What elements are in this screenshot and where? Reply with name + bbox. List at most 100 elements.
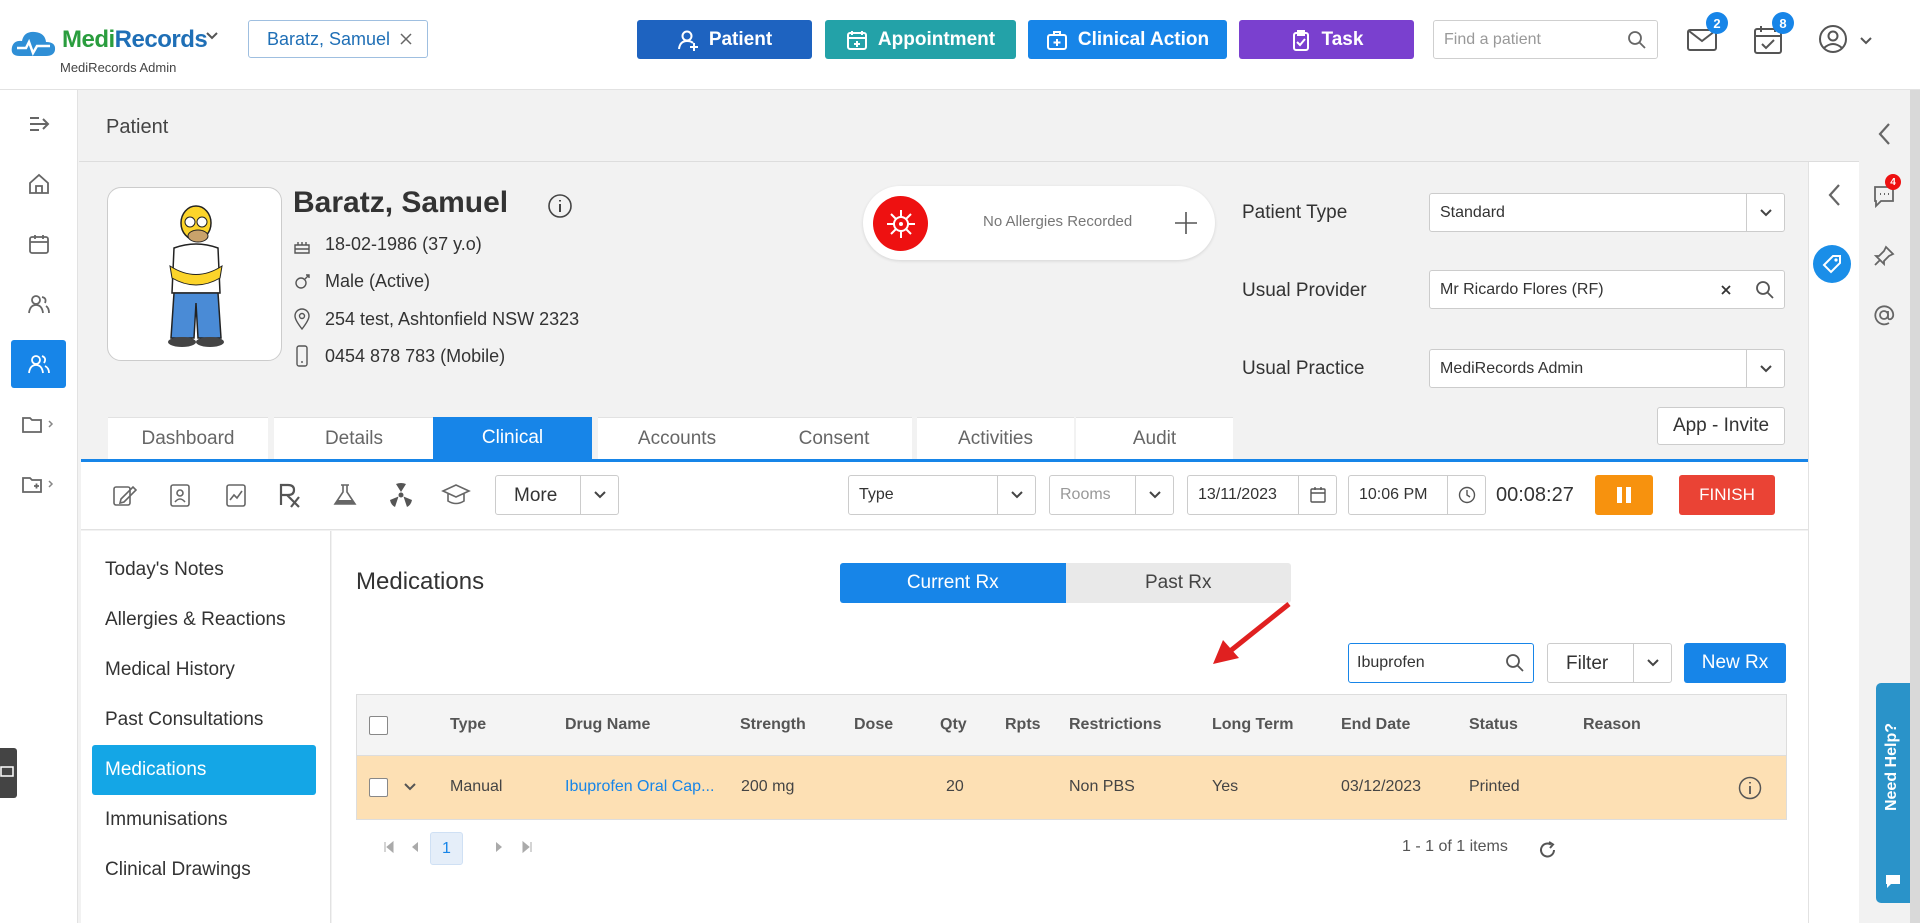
top-bar: MediRecords MediRecords Admin Baratz, Sa… [0, 0, 1920, 90]
time-picker[interactable]: 10:06 PM [1348, 475, 1486, 515]
rx-toggle: Current Rx Past Rx [840, 563, 1291, 603]
new-task-button[interactable]: Task [1239, 20, 1414, 59]
tab-accounts[interactable]: Accounts [598, 417, 756, 459]
sidebar-item-contacts[interactable] [11, 280, 66, 328]
usual-provider-field[interactable]: Mr Ricardo Flores (RF) [1429, 270, 1785, 309]
nav-past-consultations[interactable]: Past Consultations [92, 695, 316, 745]
cell-type: Manual [450, 778, 503, 795]
refresh-icon[interactable] [1538, 840, 1558, 860]
last-page-icon[interactable] [520, 840, 534, 854]
need-help-tab[interactable]: Need Help? [1876, 683, 1910, 903]
next-page-icon[interactable] [492, 840, 506, 854]
nav-clinical-drawings[interactable]: Clinical Drawings [92, 845, 316, 895]
chevron-down-icon[interactable] [1858, 33, 1874, 49]
col-qty[interactable]: Qty [940, 716, 967, 734]
pause-button[interactable] [1595, 475, 1653, 515]
sidebar-item-patients[interactable] [11, 340, 66, 388]
lab-flask-icon[interactable] [331, 482, 361, 508]
sidebar-item-home[interactable] [11, 160, 66, 208]
col-strength[interactable]: Strength [740, 716, 806, 734]
prescription-icon[interactable] [277, 482, 305, 508]
screen-share-tab[interactable] [0, 748, 17, 798]
new-clinical-action-button[interactable]: Clinical Action [1028, 20, 1227, 59]
row-checkbox[interactable] [369, 778, 388, 797]
patient-record-icon[interactable] [167, 482, 193, 508]
new-rx-button[interactable]: New Rx [1684, 643, 1786, 683]
col-type[interactable]: Type [450, 716, 486, 734]
col-reason[interactable]: Reason [1583, 716, 1641, 734]
search-icon[interactable] [1755, 280, 1775, 300]
page-scrollbar[interactable] [1910, 0, 1920, 923]
col-status[interactable]: Status [1469, 716, 1518, 734]
patients-icon [27, 355, 50, 374]
collapse-left-icon[interactable] [1875, 121, 1895, 147]
table-row[interactable]: Manual Ibuprofen Oral Cap... 200 mg 20 N… [357, 756, 1786, 819]
search-icon[interactable] [1505, 653, 1525, 673]
chart-report-icon[interactable] [223, 482, 249, 508]
app-invite-button[interactable]: App - Invite [1657, 407, 1785, 445]
patient-type-select[interactable]: Standard [1429, 193, 1785, 232]
page-number[interactable]: 1 [430, 832, 463, 865]
new-patient-button[interactable]: Patient [637, 20, 812, 59]
nav-allergies[interactable]: Allergies & Reactions [92, 595, 316, 645]
date-picker[interactable]: 13/11/2023 [1187, 475, 1337, 515]
sidebar-item-folders[interactable] [11, 400, 66, 448]
chevron-down-icon[interactable] [403, 780, 417, 794]
cell-drug-name[interactable]: Ibuprofen Oral Cap... [565, 778, 714, 796]
nav-immunisations[interactable]: Immunisations [92, 795, 316, 845]
tab-details[interactable]: Details [274, 417, 434, 459]
nav-medical-history[interactable]: Medical History [92, 645, 316, 695]
chevron-left-icon[interactable] [1825, 182, 1845, 208]
select-all-checkbox[interactable] [369, 716, 388, 735]
mail-badge: 2 [1706, 12, 1728, 34]
app-name: MediRecords [62, 26, 208, 53]
tab-audit[interactable]: Audit [1076, 417, 1233, 459]
filter-dropdown[interactable]: Filter [1547, 643, 1672, 683]
edit-notes-icon[interactable] [111, 482, 137, 508]
rooms-select[interactable]: Rooms [1049, 475, 1174, 515]
add-allergy-icon[interactable] [1173, 210, 1199, 236]
find-patient-input[interactable]: Find a patient [1433, 20, 1658, 59]
new-appointment-button[interactable]: Appointment [825, 20, 1016, 59]
first-page-icon[interactable] [382, 840, 396, 854]
tab-clinical[interactable]: Clinical [433, 417, 592, 459]
info-icon[interactable] [1737, 775, 1763, 801]
clear-icon[interactable] [1720, 284, 1732, 296]
tab-consent[interactable]: Consent [756, 417, 912, 459]
medication-search-input[interactable]: Ibuprofen [1348, 643, 1534, 683]
chevron-down-icon [593, 491, 606, 499]
sidebar-item-calendar[interactable] [11, 220, 66, 268]
col-drug-name[interactable]: Drug Name [565, 716, 650, 734]
open-patient-chip[interactable]: Baratz, Samuel [248, 20, 428, 58]
info-icon[interactable] [547, 193, 573, 219]
education-icon[interactable] [441, 482, 471, 508]
col-end-date[interactable]: End Date [1341, 716, 1410, 734]
current-rx-tab[interactable]: Current Rx [840, 563, 1066, 603]
col-rpts[interactable]: Rpts [1005, 716, 1041, 734]
user-account-icon[interactable] [1818, 24, 1848, 54]
tag-button[interactable] [1813, 245, 1851, 283]
more-dropdown[interactable]: More [495, 475, 619, 515]
radiology-icon[interactable] [387, 482, 415, 508]
search-icon[interactable] [1627, 30, 1647, 50]
patient-photo[interactable] [107, 187, 282, 361]
nav-medications[interactable]: Medications [92, 745, 316, 795]
past-rx-tab[interactable]: Past Rx [1065, 563, 1291, 603]
col-restrictions[interactable]: Restrictions [1069, 716, 1161, 734]
col-dose[interactable]: Dose [854, 716, 893, 734]
nav-todays-notes[interactable]: Today's Notes [92, 545, 316, 595]
close-icon[interactable] [399, 32, 413, 46]
sidebar-item-shared-folders[interactable] [11, 460, 66, 508]
at-mention-icon[interactable] [1872, 303, 1896, 327]
tab-activities[interactable]: Activities [917, 417, 1074, 459]
pin-icon[interactable] [1872, 244, 1896, 268]
prev-page-icon[interactable] [408, 840, 422, 854]
col-long-term[interactable]: Long Term [1212, 716, 1293, 734]
chevron-down-icon[interactable] [204, 28, 220, 44]
app-logo[interactable]: MediRecords MediRecords Admin [10, 20, 225, 80]
type-select[interactable]: Type [848, 475, 1036, 515]
expand-sidebar-button[interactable] [11, 100, 66, 148]
tab-dashboard[interactable]: Dashboard [108, 417, 268, 459]
finish-button[interactable]: FINISH [1679, 475, 1775, 515]
usual-practice-select[interactable]: MediRecords Admin [1429, 349, 1785, 388]
